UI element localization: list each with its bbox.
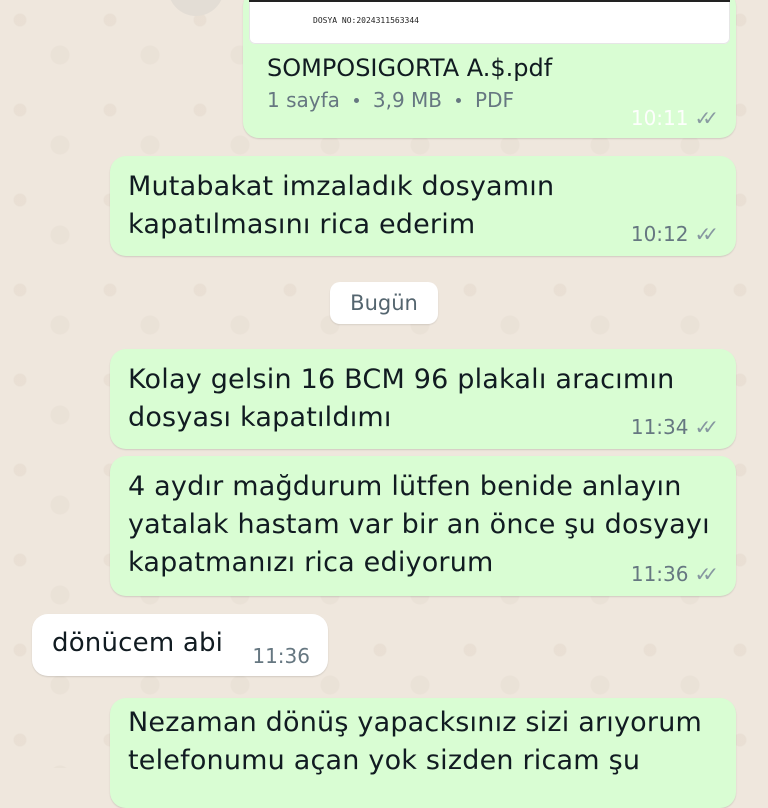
message-time: 10:11: [630, 106, 689, 130]
message-text-line: kapatılmasını rica ederim: [128, 209, 476, 240]
double-check-icon: ✓✓: [694, 222, 718, 246]
message-text-line: kapatmanızı rica ediyorum: [128, 547, 494, 578]
separator-dot: [353, 97, 359, 103]
outgoing-message[interactable]: Kolay gelsin 16 BCM 96 plakalı aracımın …: [110, 349, 736, 449]
double-check-icon: ✓✓: [694, 562, 718, 586]
double-check-icon: ✓✓: [694, 415, 718, 439]
document-message[interactable]: DOSYA NO:2024311563344 SOMPOSIGORTA A.$.…: [243, 0, 736, 138]
outgoing-message[interactable]: 4 aydır mağdurum lütfen benide anlayın y…: [110, 456, 736, 596]
incoming-message[interactable]: dönücem abi 11:36: [32, 614, 328, 676]
document-type: PDF: [475, 88, 514, 112]
message-time: 11:36: [630, 562, 689, 586]
message-text-line: 4 aydır mağdurum lütfen benide anlayın: [128, 471, 682, 502]
message-text-line: yatalak hastam var bir an önce şu dosyay…: [128, 509, 710, 540]
document-pages: 1 sayfa: [267, 88, 340, 112]
message-text-line: Kolay gelsin 16 BCM 96 plakalı aracımın: [128, 364, 675, 395]
outgoing-message[interactable]: Nezaman dönüş yapacksınız sizi arıyorum …: [110, 698, 736, 808]
double-check-icon: ✓✓: [694, 106, 718, 130]
message-time: 11:36: [252, 644, 310, 668]
document-file-name: SOMPOSIGORTA A.$.pdf: [267, 54, 553, 82]
message-meta: 10:11 ✓✓: [630, 106, 719, 130]
date-separator: Bugün: [330, 282, 438, 324]
message-text-line: Nezaman dönüş yapacksınız sizi arıyorum: [128, 707, 703, 738]
outgoing-message[interactable]: Mutabakat imzaladık dosyamın kapatılması…: [110, 156, 736, 256]
document-info: 1 sayfa 3,9 MB PDF: [267, 88, 514, 112]
message-text-line: dosyası kapatıldımı: [128, 402, 392, 433]
message-text-line: Mutabakat imzaladık dosyamın: [128, 171, 555, 202]
preview-file-number: DOSYA NO:2024311563344: [313, 16, 419, 25]
preview-rule: [249, 0, 730, 2]
document-size: 3,9 MB: [372, 88, 443, 112]
message-meta: 11:34 ✓✓: [630, 415, 719, 439]
pdf-preview-thumbnail[interactable]: DOSYA NO:2024311563344: [249, 0, 730, 44]
message-time: 11:34: [630, 415, 689, 439]
message-time: 10:12: [630, 222, 689, 246]
message-text-line: telefonumu açan yok sizden ricam şu: [128, 745, 641, 776]
message-meta: 11:36 ✓✓: [630, 562, 719, 586]
separator-dot: [456, 97, 462, 103]
message-meta: 10:12 ✓✓: [630, 222, 719, 246]
message-meta: 11:36: [252, 644, 310, 668]
